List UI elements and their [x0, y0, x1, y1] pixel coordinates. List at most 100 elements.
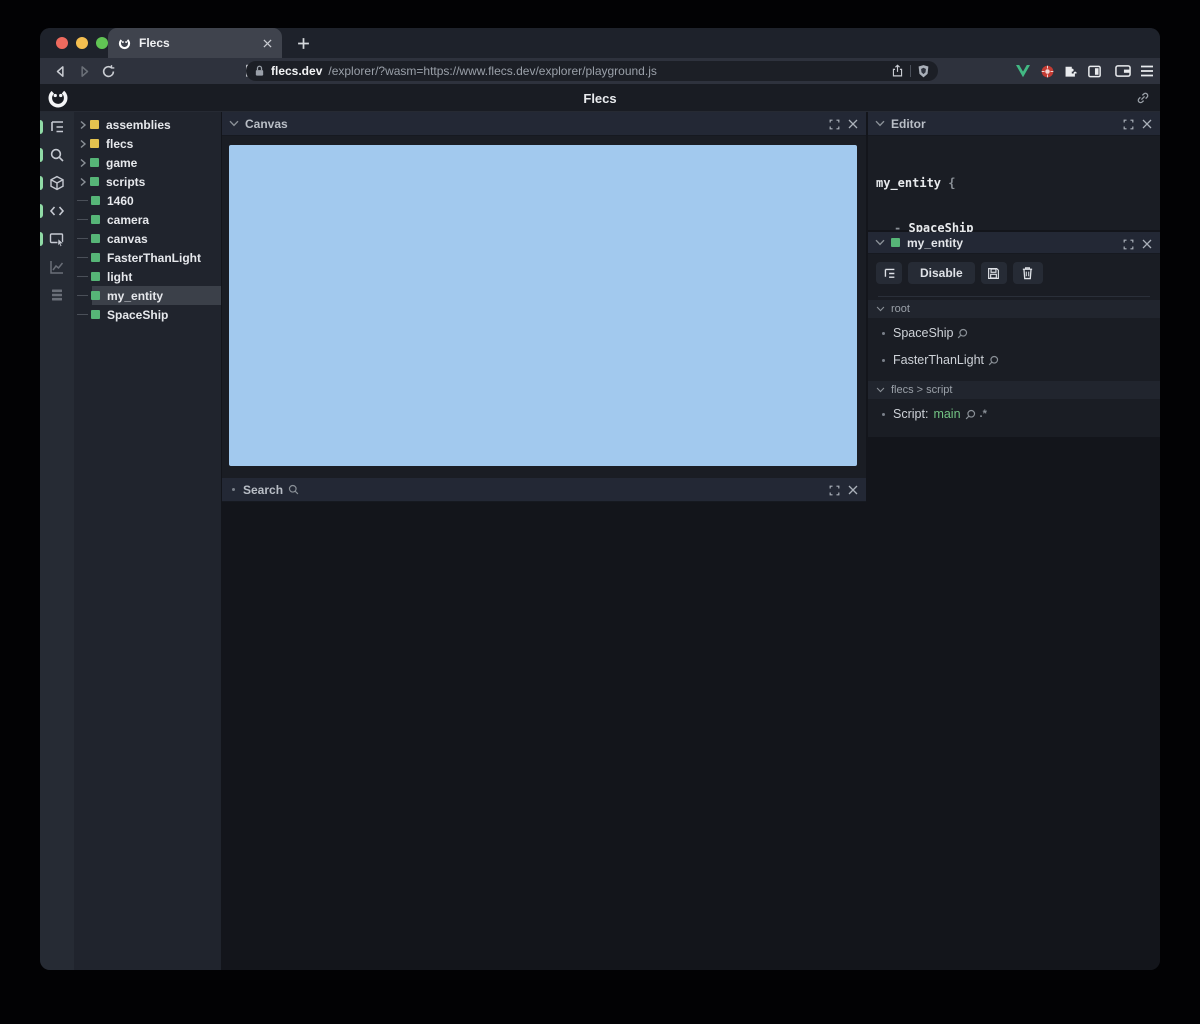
component-row-spaceship[interactable]: SpaceShip: [868, 324, 1160, 342]
traffic-minimize-button[interactable]: [76, 37, 88, 49]
traffic-close-button[interactable]: [56, 37, 68, 49]
canvas-panel-header[interactable]: Canvas: [222, 112, 866, 136]
menu-icon[interactable]: [1136, 61, 1158, 81]
entity-dot: [90, 177, 99, 186]
new-tab-button[interactable]: [292, 32, 314, 54]
inspector-panel-header[interactable]: my_entity: [868, 232, 1160, 254]
magnifier-icon[interactable]: [965, 409, 976, 420]
entity-dot: [91, 253, 100, 262]
sidebar-toggle-icon[interactable]: [1083, 61, 1105, 81]
share-icon[interactable]: [891, 64, 904, 78]
chevron-down-icon: [876, 306, 885, 312]
tab-title: Flecs: [139, 36, 170, 50]
urlbar-divider: [910, 65, 911, 77]
magnifier-icon: [288, 484, 299, 495]
tree-label: scripts: [106, 174, 146, 189]
tab-close-icon[interactable]: [263, 38, 272, 48]
active-indicator: [40, 176, 43, 190]
leaf-dash: [77, 276, 88, 277]
address-bar[interactable]: flecs.dev /explorer/?wasm=https://www.fl…: [246, 61, 938, 81]
tree-row-1460[interactable]: 1460: [74, 191, 221, 210]
tree-row-fasterthanlight[interactable]: FasterThanLight: [74, 248, 221, 267]
section-root[interactable]: root: [868, 300, 1160, 318]
sidebar-item-entities[interactable]: [40, 170, 74, 196]
back-button[interactable]: [48, 59, 72, 83]
close-icon[interactable]: [1142, 119, 1152, 129]
regex-glyph[interactable]: .*: [980, 408, 987, 420]
sidebar-item-canvas[interactable]: [40, 226, 74, 252]
render-canvas[interactable]: [229, 145, 857, 466]
chevron-down-icon: [876, 387, 885, 393]
tree-label: FasterThanLight: [107, 250, 202, 265]
entity-dot: [91, 310, 100, 319]
tree-label: 1460: [107, 193, 134, 208]
traffic-maximize-button[interactable]: [96, 37, 108, 49]
wallet-icon[interactable]: [1112, 61, 1134, 81]
close-icon[interactable]: [1142, 239, 1152, 249]
recorder-extension-icon[interactable]: [1036, 61, 1058, 81]
brave-shield-icon[interactable]: [917, 64, 930, 78]
magnifier-icon[interactable]: [988, 355, 999, 366]
cube-icon: [50, 175, 64, 191]
chart-icon: [50, 261, 64, 274]
canvas-pointer-icon: [49, 233, 65, 247]
disable-button[interactable]: Disable: [908, 262, 975, 284]
tree-label: canvas: [107, 231, 148, 246]
fullscreen-icon[interactable]: [1123, 119, 1134, 130]
fullscreen-icon[interactable]: [1123, 239, 1134, 250]
save-button[interactable]: [980, 262, 1007, 284]
share-link-icon[interactable]: [1136, 91, 1150, 105]
tree-row-scripts[interactable]: scripts: [74, 172, 221, 191]
reload-button[interactable]: [96, 59, 120, 83]
vue-devtools-icon[interactable]: [1012, 61, 1034, 81]
component-row-script[interactable]: Script: main .*: [868, 405, 1160, 423]
leaf-dash: [77, 314, 88, 315]
tree-label: assemblies: [106, 117, 171, 132]
section-flecs-script[interactable]: flecs > script: [868, 381, 1160, 399]
tree-row-spaceship[interactable]: SpaceShip: [74, 305, 221, 324]
chevron-down-icon: [229, 120, 239, 127]
magnifier-icon[interactable]: [957, 328, 968, 339]
tab-bar: Flecs: [40, 28, 1160, 58]
delete-button[interactable]: [1012, 262, 1043, 284]
fullscreen-icon[interactable]: [829, 119, 840, 130]
close-icon[interactable]: [848, 119, 858, 129]
close-icon[interactable]: [848, 485, 858, 495]
tree-row-light[interactable]: light: [74, 267, 221, 286]
sidebar-item-tree[interactable]: [40, 114, 74, 140]
app-main: assemblies flecs game scripts 1460 camer…: [40, 112, 1160, 970]
show-in-tree-button[interactable]: [876, 262, 902, 284]
section-title: flecs > script: [891, 384, 953, 396]
flecs-favicon-icon: [118, 37, 131, 50]
tree-row-camera[interactable]: camera: [74, 210, 221, 229]
forward-button[interactable]: [72, 59, 96, 83]
save-floppy-icon: [988, 267, 1000, 279]
row-bullet: [882, 358, 885, 362]
entity-dot: [90, 139, 99, 148]
leaf-dash: [77, 238, 88, 239]
sidebar-item-statistics[interactable]: [40, 254, 74, 280]
tree-row-my-entity[interactable]: my_entity: [74, 286, 221, 305]
tree-row-game[interactable]: game: [74, 153, 221, 172]
app-header: Flecs: [40, 84, 1160, 112]
sidebar-item-tables[interactable]: [40, 282, 74, 308]
leaf-dash: [77, 257, 88, 258]
editor-panel-body[interactable]: my_entity { - SpaceShip - FasterThanLigh…: [868, 136, 1160, 325]
entity-dot: [91, 291, 100, 300]
leaf-dash: [77, 219, 88, 220]
editor-panel-header[interactable]: Editor: [868, 112, 1160, 136]
tree-label: light: [107, 269, 133, 284]
url-domain: flecs.dev: [271, 64, 323, 78]
sidebar-item-editor[interactable]: [40, 198, 74, 224]
browser-tab[interactable]: Flecs: [108, 28, 282, 58]
search-panel-header[interactable]: Search: [222, 478, 866, 502]
tree-row-assemblies[interactable]: assemblies: [74, 115, 221, 134]
tree-row-canvas[interactable]: canvas: [74, 229, 221, 248]
entity-dot: [90, 158, 99, 167]
fullscreen-icon[interactable]: [829, 485, 840, 496]
extensions-puzzle-icon[interactable]: [1060, 61, 1082, 81]
search-panel-title: Search: [243, 482, 284, 497]
sidebar-item-search[interactable]: [40, 142, 74, 168]
component-row-fasterthanlight[interactable]: FasterThanLight: [868, 351, 1160, 369]
tree-row-flecs[interactable]: flecs: [74, 134, 221, 153]
